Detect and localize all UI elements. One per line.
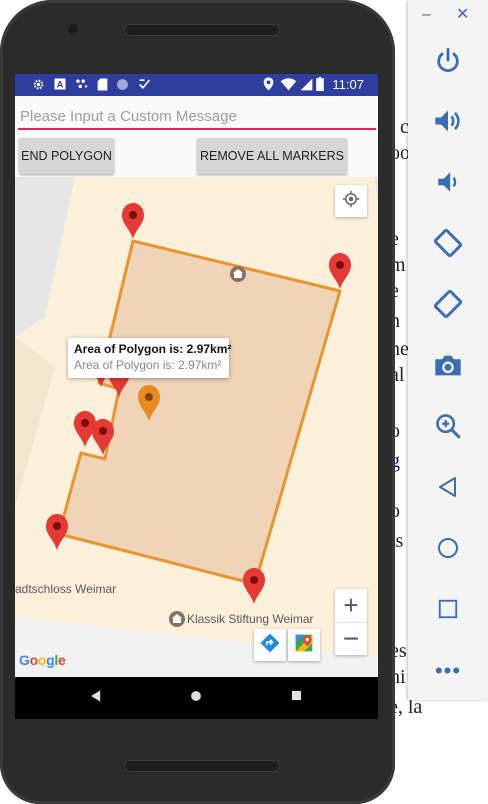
custom-message-input[interactable] [18,104,376,130]
end-polygon-button[interactable]: END POLYGON [19,138,114,174]
nav-back-button[interactable] [83,685,109,711]
google-logo: Google [19,652,66,668]
emulator-close-button[interactable]: ✕ [456,4,469,24]
signal-icon [299,77,313,91]
info-window-snippet: Area of Polygon is: 2.97km² [74,358,222,372]
map-area-shade [15,337,55,507]
google-maps-icon [294,633,314,658]
back-icon [436,475,460,504]
emulator-screenshot-button[interactable] [428,347,468,387]
phone-frame: A 11:07 Please Input a Custom Message EN… [0,0,395,804]
map-view[interactable]: Area of Polygon is: 2.97km² Area of Poly… [15,177,378,677]
map-area-right [375,177,378,207]
front-camera [68,24,78,34]
rotate-left-icon [432,227,464,264]
volume-down-icon [435,169,461,200]
emulator-control-panel: – ✕ ••• [408,0,488,700]
volume-up-icon [433,107,463,140]
emulator-zoom-button[interactable] [428,408,468,448]
recents-icon [290,689,303,707]
map-area-left [15,177,75,337]
emulator-back-button[interactable] [428,469,468,509]
home-icon [436,536,460,565]
open-in-maps-button[interactable] [288,629,320,661]
emulator-minimize-button[interactable]: – [422,6,431,24]
emulator-overview-button[interactable] [428,591,468,631]
dots-icon [75,77,89,91]
status-time: 11:07 [332,77,364,92]
power-icon [434,47,462,80]
status-bar: A 11:07 [15,74,378,96]
phone-screen: A 11:07 Please Input a Custom Message EN… [15,74,378,719]
emulator-more-button[interactable]: ••• [428,658,468,684]
info-window[interactable]: Area of Polygon is: 2.97km² Area of Poly… [68,338,232,378]
emulator-rotate-right-button[interactable] [428,286,468,326]
nav-recents-button[interactable] [283,685,309,711]
map-label-klassik[interactable]: Klassik Stiftung Weimar [187,612,314,626]
emulator-rotate-left-button[interactable] [428,225,468,265]
navigation-bar [15,677,378,719]
map-area-bottom [15,617,378,677]
directions-icon [260,633,280,658]
nav-home-button[interactable] [183,685,209,711]
rotate-right-icon [432,288,464,325]
emulator-volume-down-button[interactable] [428,164,468,204]
camera-icon [433,352,463,383]
bottom-speaker [124,760,280,772]
klassik-poi-icon[interactable] [169,611,185,627]
home-icon [189,689,203,708]
overview-icon [437,598,459,625]
map-label-schloss: adtschloss Weimar [15,582,117,596]
zoom-in-button[interactable]: + [335,589,367,622]
map-canvas[interactable] [15,177,378,677]
location-pin-icon [261,77,275,91]
back-icon [89,689,103,708]
check-icon [137,77,151,91]
svg-text:A: A [57,80,64,90]
zoom-out-button[interactable]: − [335,622,367,655]
directions-button[interactable] [254,629,286,661]
gear-icon [31,77,45,91]
a-icon: A [53,77,67,91]
remove-all-markers-button[interactable]: REMOVE ALL MARKERS [197,138,347,174]
info-window-title: Area of Polygon is: 2.97km² [74,342,232,356]
wifi-icon [279,77,297,91]
emulator-volume-up-button[interactable] [428,103,468,143]
my-location-button[interactable] [335,185,367,217]
zoom-icon [434,412,462,445]
area-polygon[interactable] [57,239,342,586]
emulator-power-button[interactable] [428,43,468,83]
museum-poi-icon[interactable] [230,266,246,282]
sd-card-icon [95,77,109,91]
earpiece-speaker [124,24,280,36]
crosshair-icon [342,190,360,213]
battery-icon [315,77,325,91]
circle-icon [115,77,129,91]
zoom-controls: + − [335,589,367,655]
emulator-home-button[interactable] [428,530,468,570]
